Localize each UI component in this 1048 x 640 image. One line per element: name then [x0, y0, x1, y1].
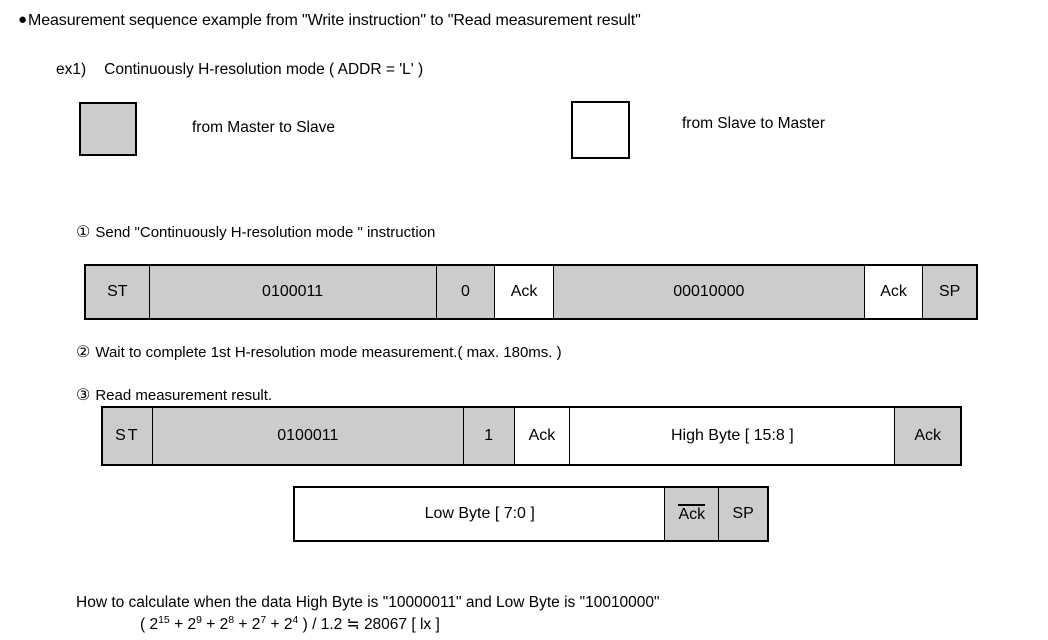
frame-cell: Ack [895, 408, 960, 464]
formula-base: 2 [283, 616, 293, 633]
step-2-marker: ② [76, 344, 91, 361]
example-description: Continuously H-resolution mode ( ADDR = … [104, 61, 424, 78]
legend-label-master-to-slave: from Master to Slave [192, 119, 335, 136]
frame-cell-label: ST [115, 427, 140, 444]
frame-cell-label: 00010000 [673, 283, 745, 300]
formula-base: 2 [149, 616, 159, 633]
frame-cell-label: High Byte [ 15:8 ] [670, 427, 794, 444]
formula-unit: [ lx ] [411, 616, 440, 633]
formula-plus: + [169, 616, 188, 633]
frame-cell: High Byte [ 15:8 ] [570, 408, 896, 464]
formula-base: 2 [219, 616, 229, 633]
frame-cell-label: SP [939, 283, 961, 300]
frame-cell-label: Ack [880, 283, 907, 300]
formula-exponent: 15 [158, 613, 170, 626]
step-2-text: Wait to complete 1st H-resolution mode m… [95, 344, 562, 361]
page-title: ●Measurement sequence example from "Writ… [18, 10, 641, 31]
frame-cell-label: ST [107, 283, 128, 300]
frame-cell-label: SP [732, 505, 754, 522]
frame-cell: Ack [665, 488, 720, 540]
frame-cell-label: Ack [510, 283, 538, 300]
step-1-text: Send "Continuously H-resolution mode " i… [95, 224, 436, 241]
frame-cell: ST [86, 266, 150, 318]
frame-cell-label: 0100011 [262, 283, 324, 300]
step-3-text: Read measurement result. [95, 387, 273, 404]
frame-cell: 1 [463, 408, 515, 464]
calculation-formula: ( 215 + 29 + 28 + 27 + 24 ) / 1.2 ≒ 2806… [140, 615, 440, 634]
step-3-marker: ③ [76, 387, 91, 404]
frame-cell: Ack [514, 408, 571, 464]
frame-cell: ST [103, 408, 153, 464]
formula-result: 28067 [363, 616, 408, 633]
read-result-frame: ST 0100011 1 Ack High Byte [ 15:8 ] Ack [101, 406, 962, 466]
formula-plus: + [234, 616, 252, 633]
frame-cell-label: 0 [460, 283, 470, 300]
frame-cell-label: 1 [484, 427, 494, 444]
bullet-icon: ● [18, 11, 27, 28]
frame-cell-label: Ack [678, 504, 706, 524]
frame-cell-label: 0100011 [277, 427, 339, 444]
step-2-caption: ② Wait to complete 1st H-resolution mode … [76, 343, 562, 363]
low-byte-frame: Low Byte [ 7:0 ] Ack SP [293, 486, 769, 542]
frame-cell: SP [719, 488, 767, 540]
frame-cell: 0100011 [152, 408, 464, 464]
step-3-caption: ③ Read measurement result. [76, 386, 272, 406]
calculation-description: How to calculate when the data High Byte… [76, 594, 660, 611]
formula-plus: + [201, 616, 220, 633]
page-title-text: Measurement sequence example from "Write… [27, 12, 641, 29]
frame-cell: 0100011 [149, 266, 437, 318]
frame-cell-label: Low Byte [ 7:0 ] [424, 505, 535, 522]
step-1-caption: ① Send "Continuously H-resolution mode " … [76, 223, 435, 243]
formula-base: 2 [187, 616, 197, 633]
write-instruction-frame: ST 0100011 0 Ack 00010000 Ack SP [84, 264, 978, 320]
legend-swatch-master-to-slave [79, 102, 137, 156]
formula-close-paren: ) [298, 616, 313, 633]
legend-label-slave-to-master: from Slave to Master [682, 115, 825, 132]
formula-approx-symbol: ≒ [346, 616, 360, 633]
example-tag: ex1) [56, 61, 87, 78]
example-label: ex1) Continuously H-resolution mode ( ADD… [56, 60, 423, 80]
frame-cell: Ack [495, 266, 554, 318]
frame-cell: SP [923, 266, 976, 318]
legend-swatch-slave-to-master [571, 101, 630, 159]
frame-cell: 0 [436, 266, 496, 318]
frame-cell: Ack [864, 266, 924, 318]
frame-cell-label: Ack [914, 427, 942, 444]
frame-cell-label: Ack [528, 427, 556, 444]
formula-plus: + [266, 616, 284, 633]
frame-cell: 00010000 [553, 266, 865, 318]
frame-cell: Low Byte [ 7:0 ] [295, 488, 666, 540]
step-1-marker: ① [76, 224, 91, 241]
formula-divisor: / 1.2 [312, 616, 343, 633]
